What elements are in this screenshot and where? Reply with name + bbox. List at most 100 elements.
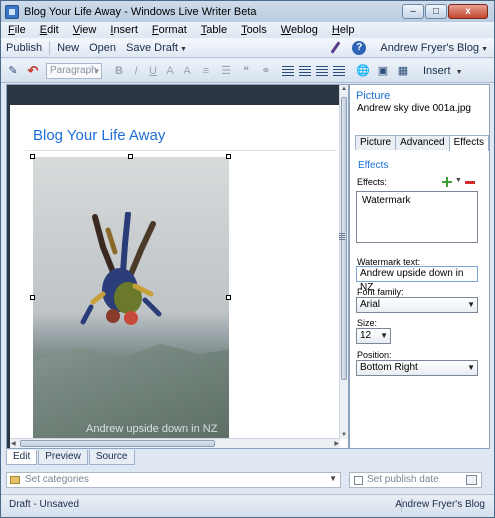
status-text: Draft - Unsaved <box>9 499 80 510</box>
scroll-left-icon[interactable]: ◀ <box>11 440 16 447</box>
menu-insert[interactable]: Insert <box>103 24 145 36</box>
align-center-icon[interactable] <box>299 65 311 76</box>
menu-edit[interactable]: Edit <box>33 24 66 36</box>
size-select[interactable]: 12 ▼ <box>356 328 391 344</box>
app-window: Blog Your Life Away - Windows Live Write… <box>0 0 495 518</box>
command-bar-right: ? Andrew Fryer's Blog ▼ <box>328 38 494 58</box>
insert-link-icon[interactable]: 🌐 <box>355 63 371 79</box>
align-right-icon[interactable] <box>316 65 328 76</box>
menu-bar: File Edit View Insert Format Table Tools… <box>1 22 494 38</box>
chevron-down-icon[interactable]: ▼ <box>455 177 462 184</box>
publish-button[interactable]: Publish <box>1 42 47 54</box>
align-left-icon[interactable] <box>282 65 294 76</box>
panel-tabs: Picture Advanced Effects <box>355 135 489 151</box>
chevron-down-icon: ▼ <box>179 45 187 53</box>
publish-date-field[interactable]: Set publish date <box>349 472 482 488</box>
menu-weblog[interactable]: Weblog <box>274 24 325 36</box>
effects-list[interactable]: Watermark <box>356 191 478 243</box>
menu-file[interactable]: File <box>1 24 33 36</box>
editor-vertical-scrollbar[interactable]: ▲ ▼ <box>339 85 348 439</box>
position-label: Position: <box>357 350 392 360</box>
open-button[interactable]: Open <box>84 42 121 54</box>
blockquote-icon[interactable]: ❝ <box>238 63 254 79</box>
bullet-list-icon[interactable]: ☰ <box>218 63 234 79</box>
horizontal-scroll-thumb[interactable] <box>20 440 215 447</box>
effects-section-title: Effects <box>358 160 389 171</box>
save-draft-button[interactable]: Save Draft ▼ <box>121 42 192 54</box>
pen-icon[interactable] <box>328 41 346 55</box>
status-blog-name: Andrew Fryer's Blog <box>395 499 485 510</box>
view-tabs: Edit Preview Source <box>6 450 136 466</box>
font-color-button[interactable]: A <box>163 65 177 77</box>
calendar-icon[interactable] <box>466 475 477 485</box>
resize-handle[interactable] <box>226 295 231 300</box>
post-properties-bar: Set categories ▼ Set publish date <box>6 472 489 490</box>
insert-table-icon[interactable]: ▦ <box>395 63 411 79</box>
insert-picture-icon[interactable]: ▣ <box>375 63 391 79</box>
close-button[interactable]: x <box>448 4 488 19</box>
blog-header-banner <box>10 85 340 105</box>
menu-tools[interactable]: Tools <box>234 24 274 36</box>
size-label: Size: <box>357 318 378 328</box>
editor-horizontal-scrollbar[interactable]: ◀ ▶ <box>10 438 340 448</box>
tab-preview[interactable]: Preview <box>38 450 88 465</box>
menu-view[interactable]: View <box>66 24 104 36</box>
tab-picture[interactable]: Picture <box>355 135 397 150</box>
scroll-up-icon[interactable]: ▲ <box>341 86 347 92</box>
tab-advanced[interactable]: Advanced <box>395 135 450 150</box>
help-icon[interactable]: ? <box>352 41 367 55</box>
numbered-list-icon[interactable]: ≡ <box>198 63 214 79</box>
font-family-select[interactable]: Arial ▼ <box>356 297 478 313</box>
publish-date-placeholder: Set publish date <box>367 474 439 485</box>
editor-area[interactable]: Blog Your Life Away Andrew upside down i… <box>6 84 349 449</box>
spell-check-icon[interactable]: ✎ <box>5 63 21 79</box>
size-value: 12 <box>360 330 372 341</box>
resize-handle[interactable] <box>226 154 231 159</box>
status-bar: Draft - Unsaved Andrew Fryer's Blog <box>1 494 494 517</box>
chevron-down-icon: ▼ <box>455 68 463 76</box>
tab-effects[interactable]: Effects <box>448 135 489 151</box>
categories-placeholder: Set categories <box>25 474 89 485</box>
tab-edit[interactable]: Edit <box>6 450 38 465</box>
paragraph-style-select[interactable]: Paragraph <box>46 62 102 79</box>
categories-field[interactable]: Set categories ▼ <box>6 472 341 488</box>
underline-button[interactable]: U <box>146 65 160 77</box>
menu-table[interactable]: Table <box>194 24 234 36</box>
post-image[interactable]: Andrew upside down in NZ <box>33 157 229 439</box>
resize-handle[interactable] <box>30 295 35 300</box>
remove-effect-icon[interactable] <box>465 181 475 184</box>
maximize-button[interactable]: □ <box>425 4 447 19</box>
editor-body[interactable]: Blog Your Life Away Andrew upside down i… <box>10 105 340 439</box>
position-value: Bottom Right <box>360 362 418 373</box>
publish-date-checkbox[interactable] <box>354 476 363 485</box>
undo-icon[interactable]: ↶ <box>25 63 41 79</box>
watermark-text-field[interactable]: Andrew upside down in NZ <box>356 266 478 293</box>
new-button[interactable]: New <box>52 42 84 54</box>
italic-button[interactable]: I <box>129 65 143 77</box>
blog-selector[interactable]: Andrew Fryer's Blog ▼ <box>380 42 488 54</box>
position-select[interactable]: Bottom Right ▼ <box>356 360 478 376</box>
justify-icon[interactable] <box>333 65 345 76</box>
list-item[interactable]: Watermark <box>362 195 411 206</box>
add-effect-icon[interactable] <box>442 177 452 187</box>
window-title: Blog Your Life Away - Windows Live Write… <box>24 6 257 18</box>
minimize-button[interactable]: – <box>402 4 424 19</box>
menu-help[interactable]: Help <box>325 24 362 36</box>
resize-handle[interactable] <box>30 154 35 159</box>
chevron-down-icon[interactable]: ▼ <box>329 474 337 483</box>
tab-source[interactable]: Source <box>88 450 135 465</box>
menu-format[interactable]: Format <box>145 24 194 36</box>
scroll-down-icon[interactable]: ▼ <box>341 432 347 438</box>
highlight-button[interactable]: A <box>180 65 194 77</box>
window-controls: – □ x <box>402 4 488 19</box>
title-divider <box>25 150 337 151</box>
insert-menu-button[interactable]: Insert ▼ <box>423 65 463 77</box>
panel-splitter-grip[interactable] <box>339 233 345 241</box>
resize-handle[interactable] <box>128 154 133 159</box>
bold-button[interactable]: B <box>112 65 126 77</box>
post-title[interactable]: Blog Your Life Away <box>33 127 165 144</box>
scroll-right-icon[interactable]: ▶ <box>334 440 339 447</box>
hyperlink-icon[interactable]: ⚭ <box>258 63 274 79</box>
picture-filename: Andrew sky dive 001a.jpg <box>357 103 471 114</box>
app-icon <box>5 5 19 19</box>
